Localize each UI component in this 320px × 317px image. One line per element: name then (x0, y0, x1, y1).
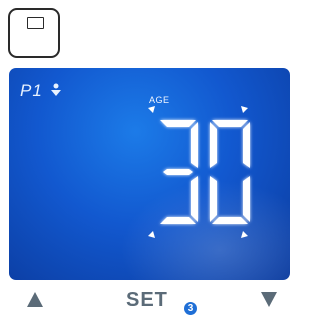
digit-3-seg-d (160, 217, 196, 224)
digit-0-seg-c (243, 176, 250, 222)
triangle-down-icon[interactable] (261, 292, 277, 307)
lcd-screen: P1 AGE 30 (9, 68, 290, 280)
digit-0-seg-a (212, 120, 248, 127)
tick-top-right (241, 106, 248, 113)
tick-bottom-left (148, 231, 155, 238)
seven-segment-value: 30 (9, 68, 250, 238)
digit-3-seg-c (191, 176, 198, 222)
digit-3-seg-a (160, 120, 196, 127)
tick-bottom-right (241, 231, 248, 238)
step-badge: 3 (184, 302, 197, 315)
digit-0-seg-d (212, 217, 248, 224)
digits (160, 120, 250, 224)
digit-0-seg-e (210, 176, 217, 222)
digit-0-seg-b (243, 122, 250, 168)
memory-slot-button[interactable] (8, 8, 60, 58)
slot-icon (27, 17, 44, 29)
set-button[interactable]: SET (126, 290, 168, 310)
digit-3-seg-g (163, 169, 193, 175)
digit-3-seg-b (191, 122, 198, 168)
value-text: 30 (9, 68, 11, 69)
tick-top-left (148, 106, 155, 113)
triangle-up-icon[interactable] (27, 292, 43, 307)
digit-0-seg-f (210, 122, 217, 168)
